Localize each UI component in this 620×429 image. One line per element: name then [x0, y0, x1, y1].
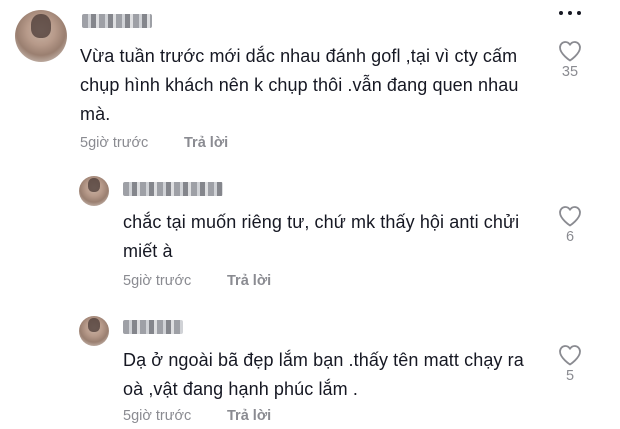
comment-timestamp: 5giờ trước	[123, 273, 192, 289]
heart-outline-icon	[559, 206, 581, 227]
comment-text-line: miết à	[123, 241, 173, 261]
username[interactable]	[123, 182, 223, 196]
heart-outline-icon	[559, 41, 581, 62]
reply-item: Dạ ở ngoài bã đẹp lắm bạn .thấy tên matt…	[0, 312, 620, 429]
reply-button[interactable]: Trả lời	[227, 408, 271, 424]
like-count: 5	[565, 368, 575, 384]
comment-text: Dạ ở ngoài bã đẹp lắm bạn .thấy tên matt…	[123, 346, 543, 404]
comment-timestamp: 5giờ trước	[80, 135, 149, 151]
comment-text: chắc tại muốn riêng tư, chứ mk thấy hội …	[123, 208, 543, 266]
like-button[interactable]: 35	[553, 40, 587, 80]
avatar[interactable]	[79, 176, 109, 206]
avatar[interactable]	[79, 316, 109, 346]
comment-item: Vừa tuần trước mới dắc nhau đánh gofl ,t…	[0, 0, 620, 160]
comment-text-line: Dạ ở ngoài bã đẹp lắm bạn .thấy tên matt…	[123, 350, 524, 370]
username[interactable]	[123, 320, 183, 334]
comment-timestamp: 5giờ trước	[123, 408, 192, 424]
comment-text-line: chắc tại muốn riêng tư, chứ mk thấy hội …	[123, 212, 520, 232]
like-button[interactable]: 6	[553, 205, 587, 245]
comment-text-line: mà.	[80, 104, 111, 124]
comment-text: Vừa tuần trước mới dắc nhau đánh gofl ,t…	[80, 42, 550, 129]
comment-text-line: oà ,vật đang hạnh phúc lắm .	[123, 379, 358, 399]
reply-button[interactable]: Trả lời	[227, 273, 271, 289]
comment-text-line: Vừa tuần trước mới dắc nhau đánh gofl ,t…	[80, 46, 518, 66]
reply-button[interactable]: Trả lời	[184, 135, 228, 151]
like-count: 35	[561, 64, 579, 80]
reply-item: chắc tại muốn riêng tư, chứ mk thấy hội …	[0, 170, 620, 295]
username[interactable]	[82, 14, 152, 28]
like-button[interactable]: 5	[553, 344, 587, 384]
heart-outline-icon	[559, 345, 581, 366]
like-count: 6	[565, 229, 575, 245]
avatar[interactable]	[15, 10, 67, 62]
comment-text-line: chụp hình khách nên k chụp thôi .vẫn đan…	[80, 75, 519, 95]
